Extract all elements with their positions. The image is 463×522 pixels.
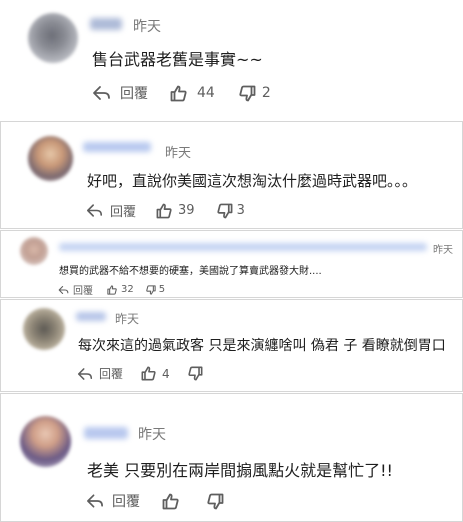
thumbs-up-icon [141, 366, 156, 381]
thumbs-up-icon [170, 85, 187, 102]
reply-icon [92, 85, 111, 101]
dislike-count: 5 [158, 284, 166, 295]
thumbs-down-icon [216, 203, 233, 219]
dislike-count: 2 [261, 85, 271, 101]
like-count: 44 [197, 85, 215, 101]
reply-button[interactable]: 回覆 [86, 491, 140, 511]
comment-text: 老美 只要別在兩岸間搧風點火就是幫忙了!! [87, 461, 393, 480]
timestamp: 昨天 [433, 245, 453, 256]
username[interactable] [90, 18, 122, 30]
avatar[interactable] [20, 416, 71, 467]
comment-text: 每次來這的過氣政客 只是來演纏啥叫 偽君 子 看瞭就倒胃口 [78, 338, 446, 354]
timestamp: 昨天 [165, 146, 192, 161]
timestamp: 昨天 [133, 19, 161, 35]
comment-text: 好吧，直說你美國這次想淘汰什麼過時武器吧。。。 [87, 172, 418, 190]
comment-card: 昨天 老美 只要別在兩岸間搧風點火就是幫忙了!! 回覆 [0, 393, 463, 522]
comment-actions: 回覆 4 [77, 365, 203, 382]
avatar[interactable] [28, 136, 73, 181]
dislike-button[interactable] [188, 366, 203, 381]
reply-button[interactable]: 回覆 [77, 365, 123, 382]
dislike-button[interactable]: 5 [145, 284, 166, 295]
like-button[interactable] [162, 493, 179, 510]
comment-card: 昨天 每次來這的過氣政客 只是來演纏啥叫 偽君 子 看瞭就倒胃口 回覆 4 [0, 299, 463, 392]
avatar[interactable] [28, 13, 78, 63]
thumbs-up-icon [156, 203, 172, 219]
comment-card: 昨天 想買的武器不給不想要的硬塞，美國說了算賣武器發大財.... 回覆 32 5 [0, 230, 463, 298]
comment-actions: 回覆 32 5 [58, 282, 165, 297]
like-count: 32 [121, 284, 134, 295]
dislike-button[interactable]: 3 [216, 203, 245, 219]
reply-button[interactable]: 回覆 [92, 83, 148, 103]
timestamp: 昨天 [115, 312, 140, 326]
username[interactable] [83, 142, 151, 152]
reply-icon [86, 203, 103, 218]
comment-card: 昨天 售台武器老舊是事實~~ 回覆 44 2 [0, 0, 463, 120]
reply-label: 回覆 [110, 205, 137, 220]
like-count: 39 [178, 203, 195, 218]
reply-label: 回覆 [112, 494, 140, 510]
reply-icon [58, 285, 69, 295]
like-button[interactable]: 32 [107, 284, 134, 295]
comment-text: 想買的武器不給不想要的硬塞，美國說了算賣武器發大財.... [59, 266, 322, 277]
thumbs-up-icon [107, 284, 117, 295]
dislike-count: 3 [236, 203, 245, 218]
reply-icon [77, 367, 93, 381]
comment-actions: 回覆 39 3 [86, 201, 245, 220]
reply-label: 回覆 [99, 367, 124, 381]
dislike-button[interactable] [207, 493, 224, 510]
like-button[interactable]: 4 [141, 366, 170, 381]
thumbs-down-icon [188, 366, 203, 381]
reply-button[interactable]: 回覆 [58, 282, 93, 297]
like-button[interactable]: 44 [170, 85, 215, 102]
reply-button[interactable]: 回覆 [86, 201, 136, 220]
reply-label: 回覆 [120, 86, 148, 102]
username[interactable] [76, 312, 106, 321]
thumbs-down-icon [145, 284, 156, 295]
like-button[interactable]: 39 [156, 203, 195, 219]
comment-text: 售台武器老舊是事實~~ [92, 50, 263, 69]
thumbs-down-icon [207, 493, 224, 510]
username[interactable] [59, 243, 427, 251]
comment-actions: 回覆 44 2 [92, 83, 271, 103]
dislike-button[interactable]: 2 [239, 85, 271, 102]
comment-actions: 回覆 [86, 491, 224, 511]
comment-card: 昨天 好吧，直說你美國這次想淘汰什麼過時武器吧。。。 回覆 39 3 [0, 121, 463, 229]
thumbs-down-icon [239, 85, 256, 102]
reply-icon [86, 493, 104, 509]
thumbs-up-icon [162, 493, 179, 510]
timestamp: 昨天 [138, 427, 166, 443]
like-count: 4 [162, 366, 170, 381]
avatar[interactable] [20, 237, 48, 265]
reply-label: 回覆 [73, 286, 93, 297]
username[interactable] [84, 427, 128, 439]
avatar[interactable] [23, 308, 65, 350]
